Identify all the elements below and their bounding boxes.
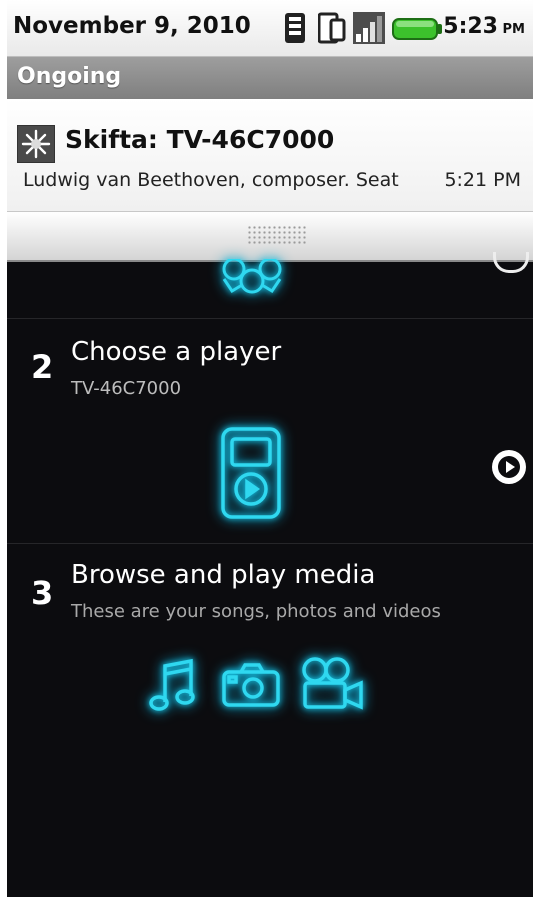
phone-icon bbox=[318, 12, 346, 44]
step-title: Browse and play media bbox=[71, 560, 376, 590]
media-player-icon bbox=[221, 427, 281, 519]
notification-text: Ludwig van Beethoven, composer. Seat bbox=[23, 169, 399, 191]
phone-screen: November 9, 2010 5:23 PM Ongoing Skifta:… bbox=[7, 0, 533, 897]
notification-time: 5:21 PM bbox=[444, 169, 521, 191]
ongoing-label: Ongoing bbox=[17, 64, 122, 89]
camera-icon bbox=[222, 663, 280, 707]
notification-section-header: Ongoing bbox=[7, 57, 533, 99]
video-camera-icon bbox=[302, 657, 363, 710]
play-icon bbox=[498, 456, 520, 478]
signal-icon bbox=[353, 12, 385, 44]
divider bbox=[7, 543, 533, 544]
step-subtitle: These are your songs, photos and videos bbox=[71, 601, 441, 622]
step1-play-button[interactable] bbox=[493, 252, 529, 273]
play-button[interactable] bbox=[492, 450, 526, 484]
grip-dots bbox=[247, 225, 307, 245]
battery-icon bbox=[392, 18, 442, 40]
notification-item[interactable]: Skifta: TV-46C7000 Ludwig van Beethoven,… bbox=[7, 99, 533, 211]
skifta-app-icon bbox=[17, 125, 55, 163]
notification-title: Skifta: TV-46C7000 bbox=[65, 125, 335, 154]
music-note-icon bbox=[149, 658, 195, 711]
divider bbox=[7, 318, 533, 319]
status-time: 5:23 PM bbox=[443, 14, 525, 39]
status-time-value: 5:23 bbox=[443, 14, 498, 39]
status-time-ampm: PM bbox=[502, 22, 525, 37]
status-date: November 9, 2010 bbox=[13, 13, 251, 39]
step-number: 2 bbox=[31, 348, 54, 386]
step-subtitle: TV-46C7000 bbox=[71, 378, 182, 399]
step-number: 3 bbox=[31, 574, 54, 612]
device-network-icon bbox=[222, 259, 282, 294]
remote-icon bbox=[285, 13, 305, 43]
status-bar[interactable]: November 9, 2010 5:23 PM bbox=[7, 0, 533, 57]
step-title: Choose a player bbox=[71, 337, 282, 367]
notification-drag-handle[interactable] bbox=[7, 211, 533, 262]
